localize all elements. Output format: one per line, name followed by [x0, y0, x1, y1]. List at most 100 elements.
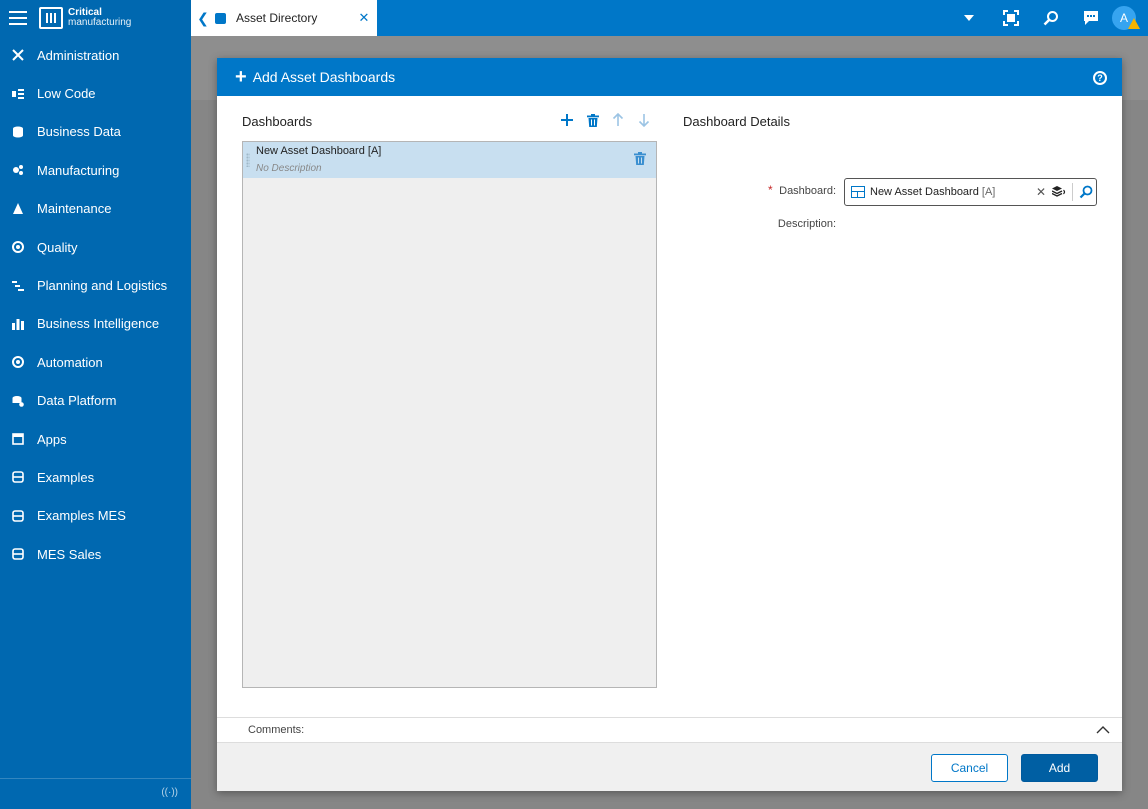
- dashboards-list: New Asset Dashboard [A] No Description: [242, 141, 657, 688]
- sidebar-item-label: Examples MES: [37, 508, 126, 524]
- sidebar-item-apps[interactable]: Apps: [0, 420, 191, 458]
- tools-icon: [12, 49, 24, 61]
- sidebar-footer: ((·)): [0, 778, 191, 809]
- sidebar-item-planning-and-logistics[interactable]: Planning and Logistics: [0, 266, 191, 304]
- add-button[interactable]: Add: [1021, 754, 1098, 782]
- list-item-description: No Description: [256, 163, 322, 174]
- sidebar-item-label: Automation: [37, 354, 103, 370]
- move-up-button[interactable]: [608, 110, 628, 130]
- sidebar-item-examples[interactable]: Examples: [0, 458, 191, 496]
- details-section-title: Dashboard Details: [683, 114, 790, 129]
- sidebar-item-data-platform[interactable]: Data Platform: [0, 382, 191, 420]
- search-icon[interactable]: [1076, 182, 1096, 202]
- sidebar-item-label: Business Data: [37, 124, 121, 140]
- sidebar-item-label: MES Sales: [37, 546, 102, 562]
- sidebar: Critical manufacturing Administration Lo…: [0, 0, 191, 809]
- back-chevron-icon[interactable]: ❮: [191, 10, 215, 27]
- dashboard-layout-icon: [851, 186, 865, 198]
- sidebar-nav: Administration Low Code Business Data Ma…: [0, 36, 191, 573]
- clear-icon[interactable]: ✕: [1033, 185, 1049, 199]
- trash-icon: [587, 113, 599, 127]
- logo-line2: manufacturing: [68, 17, 132, 28]
- asset-directory-icon: [215, 12, 226, 24]
- cancel-button[interactable]: Cancel: [931, 754, 1008, 782]
- planning-icon: [12, 280, 24, 292]
- sidebar-item-label: Data Platform: [37, 393, 117, 409]
- dashboard-label: Dashboard:: [779, 185, 836, 197]
- chevron-up-icon[interactable]: [1096, 723, 1110, 737]
- sidebar-item-label: Apps: [37, 431, 67, 447]
- sidebar-item-quality[interactable]: Quality: [0, 228, 191, 266]
- dashboard-value-name: New Asset Dashboard: [870, 186, 979, 198]
- warning-icon: [1128, 18, 1140, 29]
- database-icon: [12, 126, 24, 138]
- arrow-up-icon: [612, 113, 624, 126]
- quality-icon: [12, 241, 24, 254]
- logo-text: Critical manufacturing: [68, 8, 131, 28]
- layers-icon[interactable]: [1049, 185, 1069, 199]
- comments-bar[interactable]: Comments:: [217, 717, 1122, 743]
- hamburger-menu-icon[interactable]: [9, 11, 27, 25]
- sidebar-item-manufacturing[interactable]: Manufacturing: [0, 151, 191, 189]
- sidebar-item-label: Low Code: [37, 86, 96, 102]
- plus-icon: [561, 114, 573, 126]
- move-down-button[interactable]: [634, 110, 654, 130]
- examples-icon: [12, 510, 24, 522]
- sidebar-header: Critical manufacturing: [0, 0, 191, 36]
- data-platform-icon: [12, 395, 24, 407]
- dashboard-value-tag: [A]: [981, 186, 996, 198]
- description-label: Description:: [777, 218, 836, 230]
- dashboards-section-title: Dashboards: [242, 114, 313, 129]
- search-icon: [1043, 11, 1058, 26]
- apps-window-icon: [12, 433, 24, 445]
- list-item-name: New Asset Dashboard [A]: [256, 145, 382, 157]
- sidebar-item-mes-sales[interactable]: MES Sales: [0, 535, 191, 573]
- sidebar-item-automation[interactable]: Automation: [0, 343, 191, 381]
- dialog-title: Add Asset Dashboards: [252, 69, 396, 85]
- logo-icon: [39, 7, 63, 29]
- maintenance-icon: [12, 202, 24, 215]
- comments-label: Comments:: [248, 724, 305, 736]
- low-code-icon: [12, 88, 24, 100]
- tab-asset-directory[interactable]: ❮ Asset Directory ✕: [191, 0, 377, 36]
- field-separator: [1072, 183, 1073, 201]
- sidebar-item-business-intelligence[interactable]: Business Intelligence: [0, 305, 191, 343]
- search-button[interactable]: [1031, 0, 1071, 36]
- sidebar-item-label: Administration: [37, 47, 120, 63]
- add-asset-dashboards-dialog: + Add Asset Dashboards ? Dashboards New …: [217, 58, 1122, 791]
- close-tab-icon[interactable]: ✕: [351, 10, 377, 26]
- help-icon[interactable]: ?: [1093, 71, 1107, 85]
- dashboard-value: New Asset Dashboard [A]: [870, 186, 1033, 198]
- required-marker: *: [768, 183, 773, 197]
- sidebar-item-label: Examples: [37, 469, 95, 485]
- sidebar-item-low-code[interactable]: Low Code: [0, 74, 191, 112]
- sidebar-item-label: Planning and Logistics: [37, 278, 168, 294]
- dashboard-field[interactable]: New Asset Dashboard [A] ✕: [844, 178, 1097, 206]
- sidebar-item-label: Manufacturing: [37, 162, 120, 178]
- tabs-dropdown-button[interactable]: [949, 0, 989, 36]
- add-dashboard-button[interactable]: [557, 110, 577, 130]
- messages-button[interactable]: [1071, 0, 1111, 36]
- list-item[interactable]: New Asset Dashboard [A] No Description: [243, 142, 656, 178]
- sidebar-item-label: Business Intelligence: [37, 316, 160, 332]
- scan-button[interactable]: [991, 0, 1031, 36]
- dialog-footer: Cancel Add: [217, 743, 1122, 791]
- dialog-header: + Add Asset Dashboards ?: [217, 58, 1122, 96]
- drag-handle-icon[interactable]: [246, 153, 250, 167]
- manufacturing-icon: [12, 164, 24, 176]
- delete-dashboard-button[interactable]: [583, 110, 603, 130]
- plus-icon: +: [235, 66, 247, 88]
- caret-down-icon: [964, 15, 974, 21]
- trash-icon[interactable]: [634, 152, 646, 166]
- top-bar: ❮ Asset Directory ✕ A: [191, 0, 1148, 36]
- sidebar-item-maintenance[interactable]: Maintenance: [0, 190, 191, 228]
- chat-icon: [1084, 11, 1098, 25]
- sidebar-item-business-data[interactable]: Business Data: [0, 113, 191, 151]
- connection-status-icon: ((·)): [161, 787, 178, 798]
- sidebar-item-administration[interactable]: Administration: [0, 36, 191, 74]
- bar-chart-icon: [12, 318, 24, 330]
- sidebar-item-examples-mes[interactable]: Examples MES: [0, 497, 191, 535]
- automation-icon: [12, 356, 24, 369]
- examples-icon: [12, 548, 24, 561]
- tab-label: Asset Directory: [236, 11, 318, 25]
